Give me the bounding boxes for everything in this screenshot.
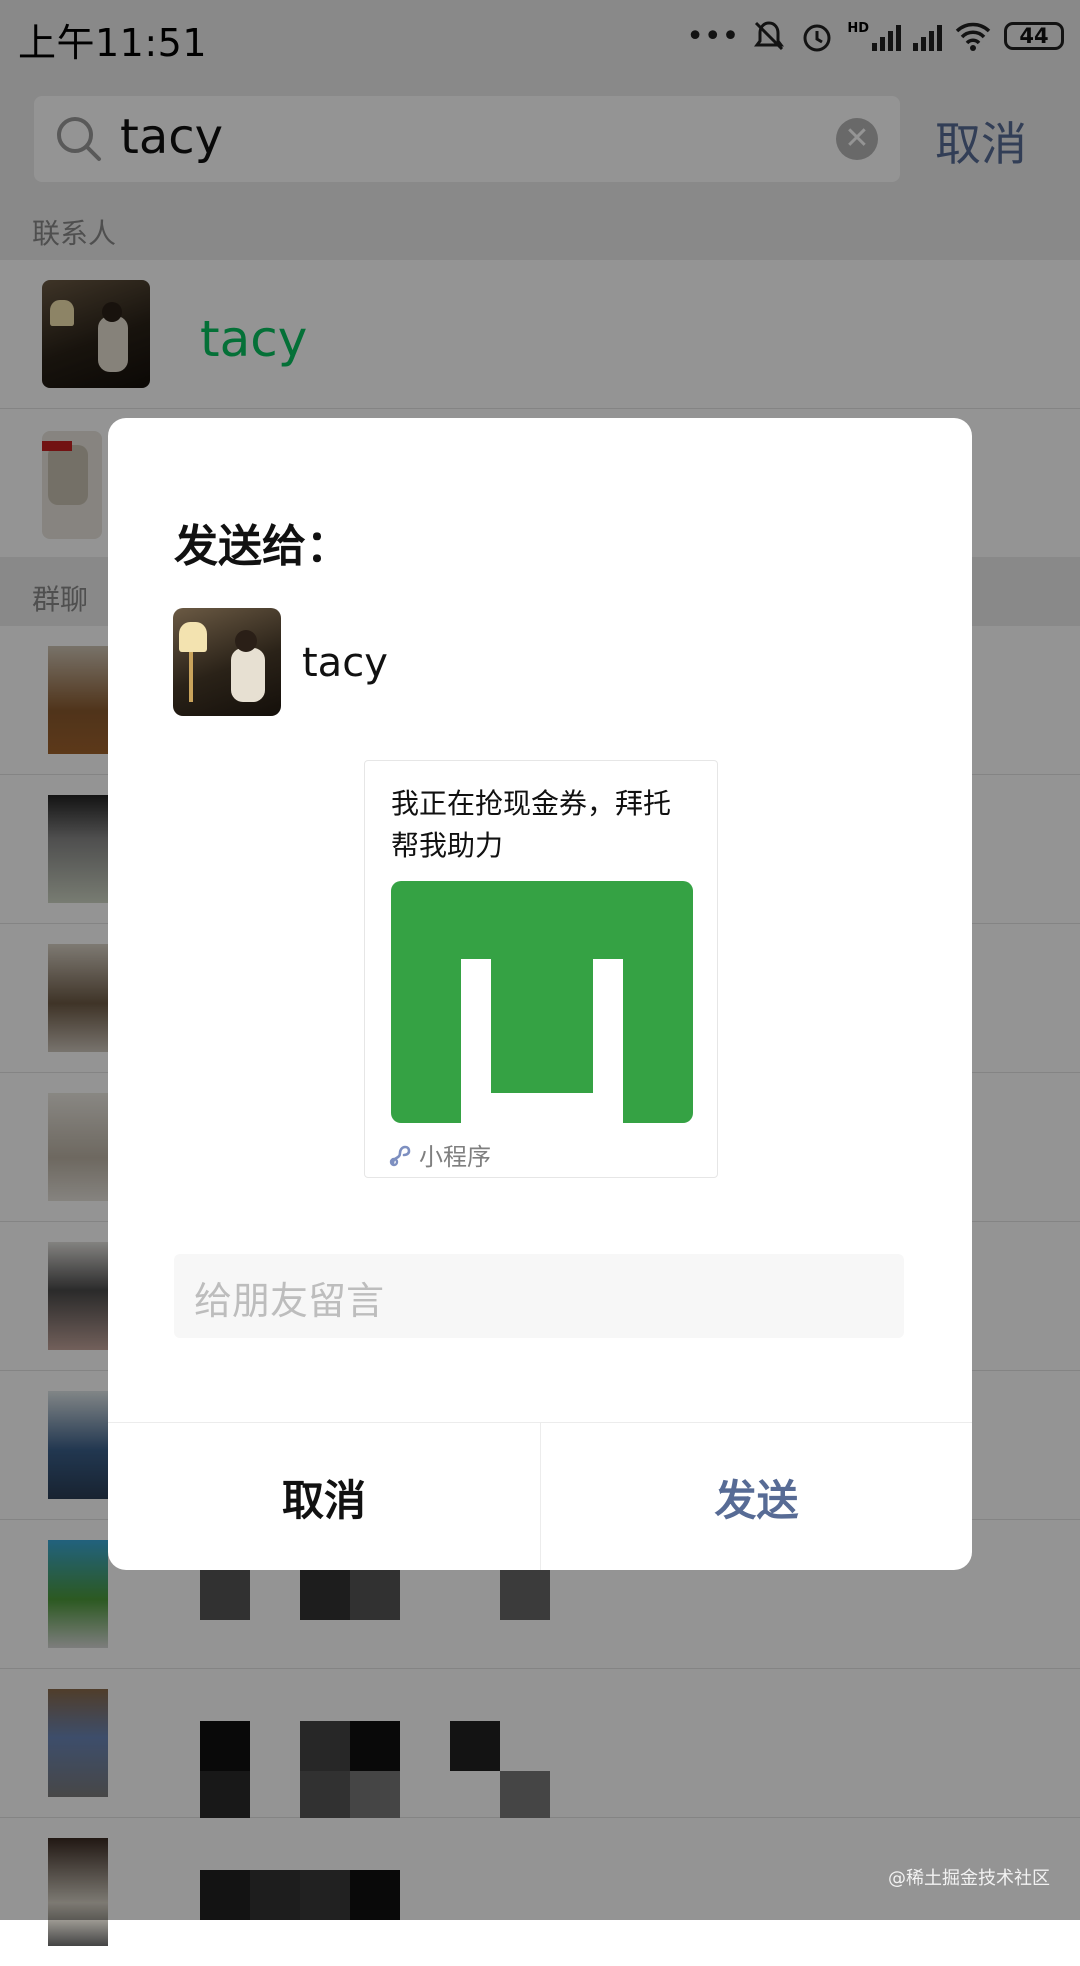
dialog-title: 发送给： (174, 521, 350, 572)
card-text: 我正在抢现金券，拜托帮我助力 (391, 787, 672, 862)
message-placeholder: 给朋友留言 (194, 1279, 385, 1323)
share-dialog: 发送给： tacy 我正在抢现金券，拜托帮我助力 小程序 给朋友留言 取消 发送 (108, 418, 972, 1570)
recipient-name: tacy (302, 640, 388, 686)
mini-program-icon (389, 1145, 411, 1166)
send-button[interactable]: 发送 (541, 1423, 972, 1570)
message-input[interactable]: 给朋友留言 (174, 1254, 904, 1338)
card-footer: 小程序 (389, 1137, 491, 1172)
card-source-label: 小程序 (419, 1143, 491, 1171)
mini-program-cover-image (391, 881, 693, 1123)
recipient-avatar (173, 608, 281, 716)
dialog-button-bar: 取消 发送 (108, 1422, 972, 1570)
mini-program-card: 我正在抢现金券，拜托帮我助力 小程序 (364, 760, 718, 1178)
cancel-button[interactable]: 取消 (108, 1423, 540, 1570)
watermark: @稀土掘金技术社区 (888, 1868, 1050, 1889)
